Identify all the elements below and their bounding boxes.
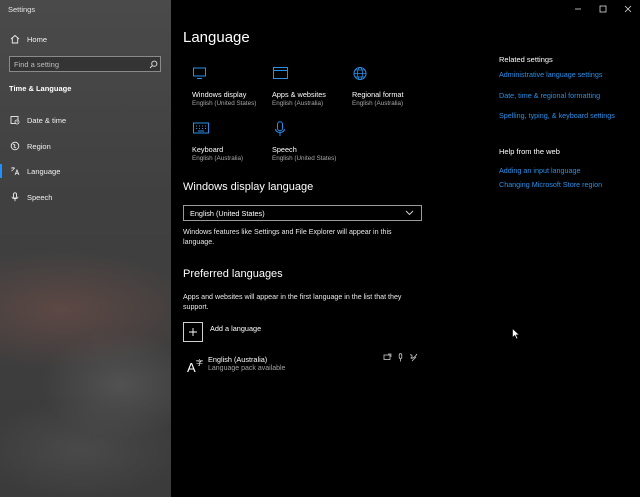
related-settings-heading: Related settings [499,55,553,64]
calendar-icon [10,115,20,125]
link-date-time-regional-formatting[interactable]: Date, time & regional formatting [499,91,600,100]
chevron-down-icon [405,208,417,218]
dropdown-value: English (United States) [190,208,265,218]
sidebar-item-label: Region [27,141,51,151]
background-blur [0,400,171,497]
help-heading: Help from the web [499,147,560,156]
close-icon [624,5,632,13]
plus-icon [183,322,203,342]
preferred-languages-note: Apps and websites will appear in the fir… [183,293,402,311]
tile-speech[interactable]: Speech English (United States) [263,121,343,169]
language-features [383,353,418,362]
display-language-dropdown[interactable]: English (United States) [183,205,422,221]
tile-label: Speech [272,145,297,154]
svg-text:字: 字 [196,358,203,367]
sidebar-item-label: Date & time [27,115,67,125]
language-icon [10,166,20,176]
tile-windows-display[interactable]: Windows display English (United States) [183,66,263,114]
microphone-icon [272,121,290,137]
minimize-icon [575,8,581,10]
page-title: Language [183,29,250,46]
tile-value: English (United States) [192,100,257,107]
home-icon [10,34,20,44]
svg-text:A: A [187,360,196,375]
link-spelling-typing-keyboard-settings[interactable]: Spelling, typing, & keyboard settings [499,111,615,120]
app-title: Settings [8,5,36,14]
globe-icon [10,141,20,151]
display-language-heading: Windows display language [183,181,314,193]
preferred-languages-heading: Preferred languages [183,268,283,280]
maximize-icon [599,5,607,13]
search-input[interactable] [10,59,146,69]
tile-label: Keyboard [192,145,224,154]
tile-value: English (Australia) [192,155,244,162]
sidebar-section-title: Time & Language [9,84,72,93]
speech-feature-icon [396,353,405,362]
sidebar-item-region[interactable]: Region [0,136,171,156]
mouse-cursor-icon [512,327,521,345]
tile-label: Apps & websites [272,90,326,99]
handwriting-feature-icon [409,353,418,362]
tile-regional-format[interactable]: Regional format English (Australia) [343,66,423,114]
tile-apps-websites[interactable]: Apps & websites English (Australia) [263,66,343,114]
tile-value: English (Australia) [352,100,404,107]
tile-label: Windows display [192,90,247,99]
language-icon: A字 [186,357,204,375]
link-administrative-language-settings[interactable]: Administrative language settings [499,70,602,79]
sidebar: Settings Home Time & Language Date & tim… [0,0,171,497]
sidebar-item-label: Speech [27,192,53,202]
add-language-label: Add a language [210,323,262,333]
nav-home-label: Home [27,34,48,44]
sidebar-item-language[interactable]: Language [0,161,171,181]
add-language-button[interactable]: Add a language [183,321,261,343]
tile-value: English (United States) [272,155,337,162]
sidebar-item-date-time[interactable]: Date & time [0,110,171,130]
search-box[interactable] [9,56,161,72]
close-button[interactable] [614,0,640,18]
sidebar-item-speech[interactable]: Speech [0,187,171,207]
language-list-item[interactable]: A字 English (Australia) Language pack ava… [183,352,423,376]
language-status: Language pack available [208,365,286,372]
tile-label: Regional format [352,90,404,99]
globe-icon [352,66,370,82]
display-language-note: Windows features like Settings and File … [183,228,392,246]
browser-window-icon [272,66,290,82]
microphone-icon [10,192,20,202]
monitor-icon [192,66,210,82]
keyboard-icon [192,121,210,137]
search-icon[interactable] [146,57,160,71]
link-changing-store-region[interactable]: Changing Microsoft Store region [499,180,602,189]
tile-keyboard[interactable]: Keyboard English (Australia) [183,121,263,169]
link-adding-input-language[interactable]: Adding an input language [499,166,581,175]
language-name: English (Australia) [208,355,268,364]
nav-home[interactable]: Home [0,29,171,49]
maximize-button[interactable] [589,0,617,18]
tile-value: English (Australia) [272,100,324,107]
display-language-feature-icon [383,353,392,362]
sidebar-item-label: Language [27,166,61,176]
minimize-button[interactable] [564,0,592,18]
